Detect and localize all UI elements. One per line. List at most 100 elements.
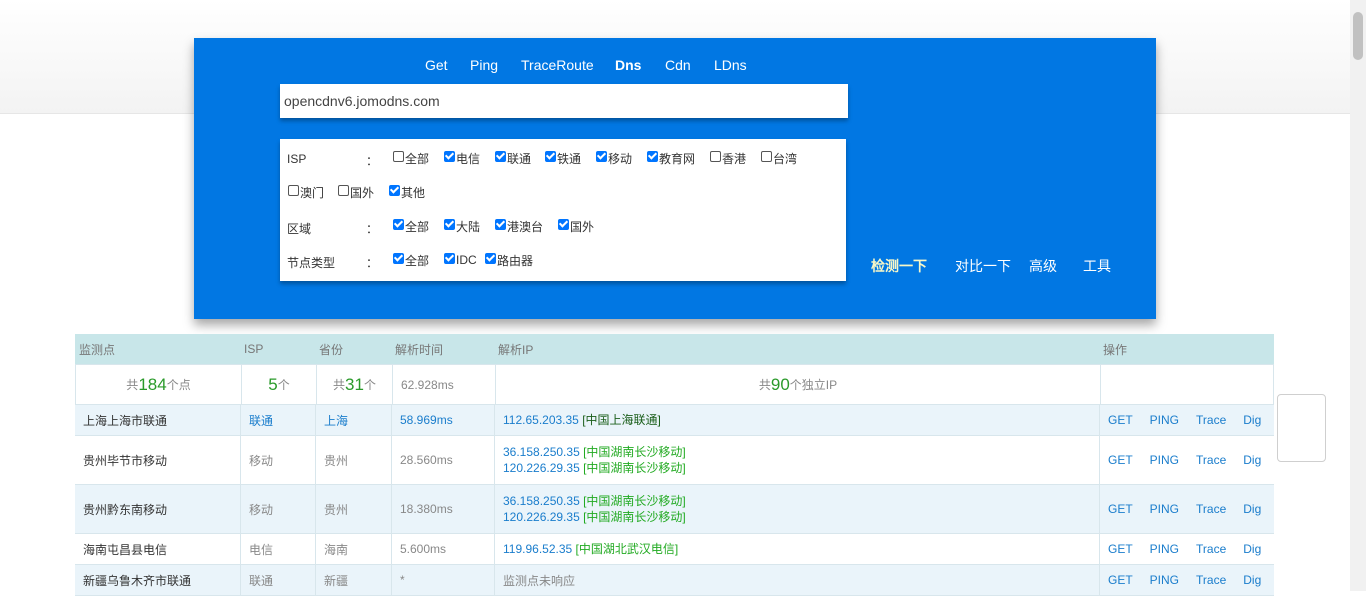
node-type-filter-colon: ： <box>366 256 379 270</box>
get-link[interactable]: GET <box>1108 542 1133 556</box>
isp-telecom-checkbox[interactable]: 电信 <box>444 150 480 166</box>
checkbox-label: 其他 <box>401 185 426 200</box>
ip-address: 36.158.250.35 <box>503 494 580 508</box>
node-router-checkbox[interactable]: 路由器 <box>485 252 533 268</box>
checkbox-label: 联通 <box>507 151 532 166</box>
advanced-button[interactable]: 高级 <box>1029 256 1057 276</box>
tab-cdn[interactable]: Cdn <box>665 57 691 73</box>
ping-link[interactable]: PING <box>1150 502 1179 516</box>
summary-time: 62.928ms <box>392 365 495 404</box>
dig-link[interactable]: Dig <box>1243 453 1261 467</box>
checkbox-label: 国外 <box>570 219 595 234</box>
dig-link[interactable]: Dig <box>1243 542 1261 556</box>
tools-button[interactable]: 工具 <box>1083 256 1111 276</box>
region-all-checkbox[interactable]: 全部 <box>393 218 429 234</box>
isp-mobile-checkbox[interactable]: 移动 <box>596 150 633 166</box>
checkbox-box <box>393 218 404 230</box>
row-province: 海南 <box>315 534 391 564</box>
checkbox-box <box>761 150 772 162</box>
checkbox-box <box>444 252 455 264</box>
trace-link[interactable]: Trace <box>1196 413 1226 427</box>
isp-unicom-checkbox[interactable]: 联通 <box>495 150 532 166</box>
table-row: 新疆乌鲁木齐市联通 联通 新疆 * 监测点未响应 GET PING Trace Dig <box>75 565 1274 596</box>
region-foreign-checkbox[interactable]: 国外 <box>558 218 595 234</box>
domain-input[interactable] <box>280 84 848 118</box>
tab-dns[interactable]: Dns <box>615 57 641 73</box>
filter-box: ISP ： 全部 电信 联通 铁通 移动 教育网 香港 台湾 澳门 国外 其他 … <box>280 139 846 281</box>
row-isp: 电信 <box>240 534 315 564</box>
get-link[interactable]: GET <box>1108 573 1133 587</box>
isp-all-checkbox[interactable]: 全部 <box>393 150 430 166</box>
vertical-scrollbar[interactable] <box>1350 0 1366 591</box>
ip-entry: 120.226.29.35 [中国湖南长沙移动] <box>503 509 686 525</box>
compare-button[interactable]: 对比一下 <box>955 256 1011 276</box>
isp-taiwan-checkbox[interactable]: 台湾 <box>761 150 797 166</box>
col-monitor-header: 监测点 <box>79 342 116 357</box>
trace-link[interactable]: Trace <box>1196 453 1226 467</box>
isp-edu-checkbox[interactable]: 教育网 <box>647 150 696 166</box>
results-table: 监测点 ISP 省份 解析时间 解析IP 操作 共 184 个点 5个 共 31 个 6… <box>75 334 1274 596</box>
dig-link[interactable]: Dig <box>1243 413 1261 427</box>
isp-tietong-checkbox[interactable]: 铁通 <box>545 150 582 166</box>
summary-prov-count: 31 <box>345 374 364 394</box>
scrollbar-thumb[interactable] <box>1353 12 1363 60</box>
summary-points-count: 184 <box>138 374 167 394</box>
detect-button[interactable]: 检测一下 <box>871 256 927 276</box>
floating-side-widget[interactable] <box>1277 394 1326 462</box>
tab-ping[interactable]: Ping <box>470 57 498 73</box>
row-time: 18.380ms <box>391 485 494 533</box>
ping-link[interactable]: PING <box>1150 413 1179 427</box>
trace-link[interactable]: Trace <box>1196 573 1226 587</box>
summary-prov-suffix: 个 <box>363 378 376 392</box>
ping-link[interactable]: PING <box>1150 573 1179 587</box>
region-hkmotw-checkbox[interactable]: 港澳台 <box>495 218 544 234</box>
node-all-checkbox[interactable]: 全部 <box>393 252 429 268</box>
ping-link[interactable]: PING <box>1150 453 1179 467</box>
row-time: 28.560ms <box>391 436 494 484</box>
tab-ldns[interactable]: LDns <box>714 57 747 73</box>
row-ip-cell: 112.65.203.35 [中国上海联通] <box>494 405 1099 435</box>
isp-other-checkbox[interactable]: 其他 <box>389 184 426 200</box>
row-ip-cell: 119.96.52.35 [中国湖北武汉电信] <box>494 534 1099 564</box>
ip-location: [中国湖北武汉电信] <box>575 542 679 556</box>
ip-list: 112.65.203.35 [中国上海联通] <box>503 412 661 428</box>
trace-link[interactable]: Trace <box>1196 542 1226 556</box>
ip-entry: 119.96.52.35 [中国湖北武汉电信] <box>503 541 678 557</box>
ip-location: [中国湖南长沙移动] <box>583 510 686 524</box>
ip-location: [中国湖南长沙移动] <box>583 461 686 475</box>
monitor-name: 海南屯昌县电信 <box>83 542 168 557</box>
region-mainland-checkbox[interactable]: 大陆 <box>444 218 480 234</box>
dig-link[interactable]: Dig <box>1243 502 1261 516</box>
row-isp: 移动 <box>240 436 315 484</box>
ip-location: [中国上海联通] <box>582 413 661 427</box>
row-ops: GET PING Trace Dig <box>1099 485 1274 533</box>
row-province: 贵州 <box>315 485 391 533</box>
ip-location: [中国湖南长沙移动] <box>583 494 686 508</box>
get-link[interactable]: GET <box>1108 453 1133 467</box>
ip-address: 36.158.250.35 <box>503 445 580 459</box>
isp-hongkong-checkbox[interactable]: 香港 <box>710 150 747 166</box>
tab-traceroute[interactable]: TraceRoute <box>521 57 594 73</box>
get-link[interactable]: GET <box>1108 413 1133 427</box>
dig-link[interactable]: Dig <box>1243 573 1261 587</box>
isp-foreign-checkbox[interactable]: 国外 <box>338 184 374 200</box>
checkbox-label: 全部 <box>405 151 430 166</box>
trace-link[interactable]: Trace <box>1196 502 1226 516</box>
ip-location: [中国湖南长沙移动] <box>583 445 686 459</box>
checkbox-label: 铁通 <box>557 151 582 166</box>
tab-get[interactable]: Get <box>425 57 448 73</box>
checkbox-label: 香港 <box>722 151 747 166</box>
node-type-filter-label: 节点类型 <box>287 256 336 270</box>
checkbox-box <box>545 150 556 162</box>
search-panel: Get Ping TraceRoute Dns Cdn LDns ISP ： 全… <box>194 38 1156 319</box>
summary-isp-count: 5 <box>268 374 278 394</box>
checkbox-label: 港澳台 <box>507 219 544 234</box>
col-ip-header: 解析IP <box>498 342 534 357</box>
checkbox-label: 教育网 <box>659 151 696 166</box>
ping-link[interactable]: PING <box>1150 542 1179 556</box>
isp-macau-checkbox[interactable]: 澳门 <box>288 184 324 200</box>
get-link[interactable]: GET <box>1108 502 1133 516</box>
monitor-name: 上海上海市联通 <box>83 413 168 428</box>
checkbox-label: 移动 <box>608 151 633 166</box>
node-idc-checkbox[interactable]: IDC <box>444 252 477 267</box>
